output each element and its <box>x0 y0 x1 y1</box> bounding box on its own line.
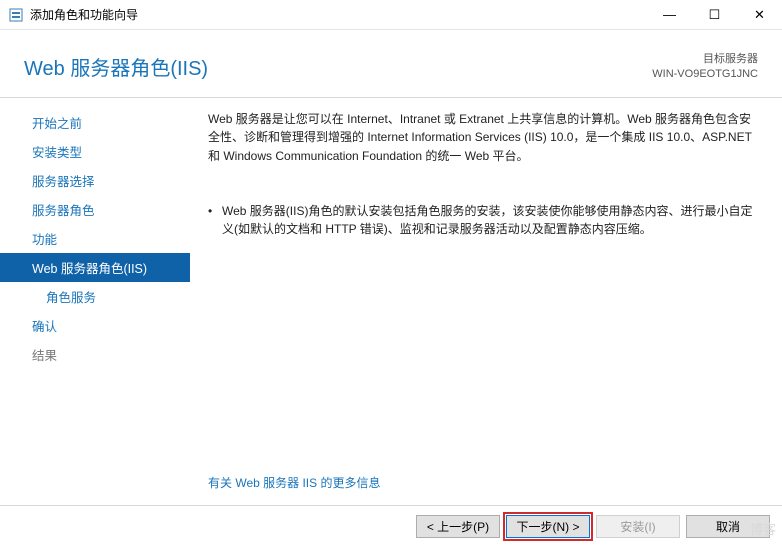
sidebar-item-web-server-role[interactable]: Web 服务器角色(IIS) <box>0 253 190 282</box>
window-controls: — ☐ ✕ <box>647 0 782 30</box>
next-button[interactable]: 下一步(N) > <box>506 515 590 538</box>
window-title: 添加角色和功能向导 <box>30 6 647 23</box>
titlebar: 添加角色和功能向导 — ☐ ✕ <box>0 0 782 30</box>
sidebar: 开始之前 安装类型 服务器选择 服务器角色 功能 Web 服务器角色(IIS) … <box>0 98 190 505</box>
footer: < 上一步(P) 下一步(N) > 安装(I) 取消 <box>0 505 782 547</box>
close-button[interactable]: ✕ <box>737 0 782 30</box>
bullet-icon: • <box>208 202 222 239</box>
content-pane: Web 服务器是让您可以在 Internet、Intranet 或 Extran… <box>190 98 782 505</box>
sidebar-item-results: 结果 <box>0 340 190 369</box>
target-name: WIN-VO9EOTG1JNC <box>652 67 758 82</box>
bullet-text: Web 服务器(IIS)角色的默认安装包括角色服务的安装，该安装使你能够使用静态… <box>222 202 758 239</box>
notes-block: • Web 服务器(IIS)角色的默认安装包括角色服务的安装，该安装使你能够使用… <box>208 202 758 239</box>
minimize-button[interactable]: — <box>647 0 692 30</box>
target-label: 目标服务器 <box>652 52 758 67</box>
sidebar-item-server-selection[interactable]: 服务器选择 <box>0 166 190 195</box>
page-title: Web 服务器角色(IIS) <box>24 52 208 81</box>
intro-text: Web 服务器是让您可以在 Internet、Intranet 或 Extran… <box>208 110 758 166</box>
sidebar-item-role-services[interactable]: 角色服务 <box>0 282 190 311</box>
sidebar-item-features[interactable]: 功能 <box>0 224 190 253</box>
target-info: 目标服务器 WIN-VO9EOTG1JNC <box>652 52 758 83</box>
app-icon <box>8 7 24 23</box>
previous-button[interactable]: < 上一步(P) <box>416 515 500 538</box>
body: 开始之前 安装类型 服务器选择 服务器角色 功能 Web 服务器角色(IIS) … <box>0 98 782 505</box>
sidebar-item-confirmation[interactable]: 确认 <box>0 311 190 340</box>
more-info-link[interactable]: 有关 Web 服务器 IIS 的更多信息 <box>208 474 758 493</box>
sidebar-item-before-begin[interactable]: 开始之前 <box>0 108 190 137</box>
sidebar-item-server-roles[interactable]: 服务器角色 <box>0 195 190 224</box>
sidebar-item-install-type[interactable]: 安装类型 <box>0 137 190 166</box>
install-button: 安装(I) <box>596 515 680 538</box>
header: Web 服务器角色(IIS) 目标服务器 WIN-VO9EOTG1JNC <box>0 30 782 97</box>
cancel-button[interactable]: 取消 <box>686 515 770 538</box>
maximize-button[interactable]: ☐ <box>692 0 737 30</box>
